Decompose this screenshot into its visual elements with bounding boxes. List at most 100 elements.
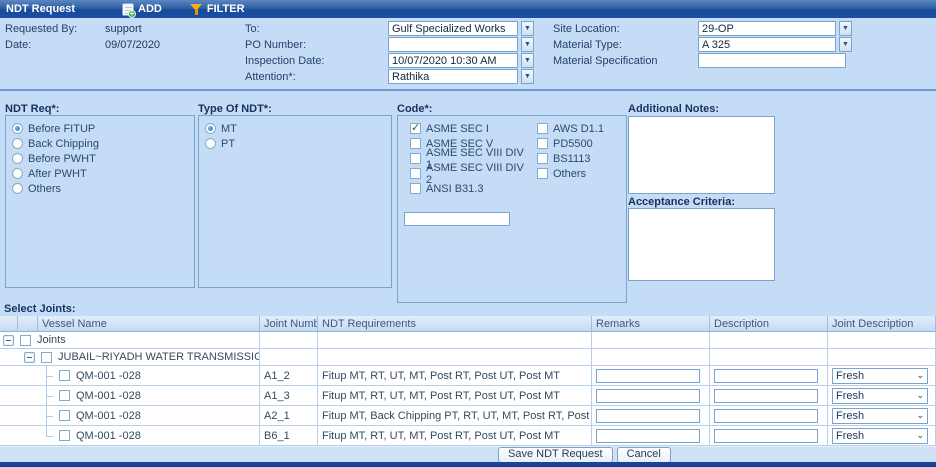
remarks-input[interactable] xyxy=(596,429,700,443)
type-of-ndt-group: MTPT xyxy=(198,115,392,288)
joint-description-value: Fresh xyxy=(836,430,864,442)
joints-table-header: Vessel Name Joint Number NDT Requirement… xyxy=(0,316,936,332)
row-select-checkbox[interactable] xyxy=(59,370,70,381)
ndt-req-radio[interactable] xyxy=(12,183,23,194)
acceptance-criteria-textarea[interactable] xyxy=(628,208,775,281)
joint-description-value: Fresh xyxy=(836,370,864,382)
ndt-req-option-label: Others xyxy=(28,183,61,195)
ndt-req-radio[interactable] xyxy=(12,153,23,164)
description-input[interactable] xyxy=(714,429,818,443)
code-other-input[interactable] xyxy=(404,212,510,226)
code-checkbox[interactable] xyxy=(410,138,421,149)
remarks-cell xyxy=(592,366,710,386)
material-type-combo-arrow-icon[interactable]: ▼ xyxy=(839,37,852,52)
ndt-req-radio[interactable] xyxy=(12,138,23,149)
type-of-ndt-option-label: MT xyxy=(221,123,237,135)
vessel-name-cell: QM-001 -028 xyxy=(0,366,260,386)
save-ndt-request-button[interactable]: Save NDT Request xyxy=(498,447,613,463)
remarks-input[interactable] xyxy=(596,409,700,423)
row-select-checkbox[interactable] xyxy=(41,352,52,363)
description-input[interactable] xyxy=(714,409,818,423)
remarks-cell xyxy=(592,332,710,349)
code-checkbox[interactable] xyxy=(410,168,421,179)
tree-collapse-icon[interactable] xyxy=(3,335,14,346)
code-option-asme-sec-i: ASME SEC I xyxy=(404,121,531,136)
row-select-checkbox[interactable] xyxy=(59,410,70,421)
row-select-checkbox[interactable] xyxy=(59,390,70,401)
ndt-request-window: NDT Request + ADD FILTER Requested By: s… xyxy=(0,0,936,467)
table-row: QM-001 -028A1_2Fitup MT, RT, UT, MT, Pos… xyxy=(0,366,936,386)
code-checkbox[interactable] xyxy=(410,183,421,194)
tree-group-row: Joints xyxy=(0,332,936,349)
attention-label: Attention*: xyxy=(245,71,296,83)
code-checkbox[interactable] xyxy=(537,138,548,149)
inspection-date-label: Inspection Date: xyxy=(245,55,325,67)
code-option-bs1113: BS1113 xyxy=(531,151,604,166)
remarks-cell xyxy=(592,426,710,446)
code-checkbox[interactable] xyxy=(410,153,421,164)
header-joint-number: Joint Number xyxy=(260,316,318,332)
joint-description-select[interactable]: Fresh⌄ xyxy=(832,368,928,384)
additional-notes-label: Additional Notes: xyxy=(628,103,719,115)
description-input[interactable] xyxy=(714,389,818,403)
ndt-req-radio[interactable] xyxy=(12,168,23,179)
code-checkbox[interactable] xyxy=(537,168,548,179)
select-joints-label: Select Joints: xyxy=(4,303,76,315)
ndt-req-radio[interactable] xyxy=(12,123,23,134)
ndt-req-option-label: Before PWHT xyxy=(28,153,96,165)
cancel-button[interactable]: Cancel xyxy=(617,447,671,463)
to-label: To: xyxy=(245,23,260,35)
code-checkbox[interactable] xyxy=(410,123,421,134)
code-checkbox[interactable] xyxy=(537,153,548,164)
attention-input[interactable] xyxy=(388,69,518,84)
attention-combo-arrow-icon[interactable]: ▼ xyxy=(521,69,534,84)
add-button[interactable]: + ADD xyxy=(114,0,170,18)
row-select-checkbox[interactable] xyxy=(59,430,70,441)
remarks-input[interactable] xyxy=(596,389,700,403)
row-select-checkbox[interactable] xyxy=(20,335,31,346)
header-remarks: Remarks xyxy=(592,316,710,332)
site-location-input[interactable] xyxy=(698,21,836,36)
site-combo-arrow-icon[interactable]: ▼ xyxy=(839,21,852,36)
description-input[interactable] xyxy=(714,369,818,383)
joint-description-cell: Fresh⌄ xyxy=(828,426,936,446)
type-of-ndt-radio[interactable] xyxy=(205,123,216,134)
joint-number-cell: A2_1 xyxy=(260,406,318,426)
material-spec-label: Material Specification xyxy=(553,55,658,67)
header-description: Description xyxy=(710,316,828,332)
joint-description-select[interactable]: Fresh⌄ xyxy=(832,408,928,424)
remarks-cell xyxy=(592,349,710,366)
code-group: ASME SEC IASME SEC VASME SEC VIII DIV 1A… xyxy=(397,115,627,303)
to-combo-input[interactable] xyxy=(388,21,518,36)
joint-description-cell xyxy=(828,349,936,366)
code-option-label: AWS D1.1 xyxy=(553,123,604,135)
material-type-input[interactable] xyxy=(698,37,836,52)
code-label: Code*: xyxy=(397,103,432,115)
po-combo-arrow-icon[interactable]: ▼ xyxy=(521,37,534,52)
po-number-input[interactable] xyxy=(388,37,518,52)
remarks-input[interactable] xyxy=(596,369,700,383)
ndt-req-option-label: After PWHT xyxy=(28,168,87,180)
inspection-date-input[interactable] xyxy=(388,53,518,68)
to-combo-arrow-icon[interactable]: ▼ xyxy=(521,21,534,36)
material-spec-input[interactable] xyxy=(698,53,846,68)
tree-collapse-icon[interactable] xyxy=(24,352,35,363)
code-checkbox[interactable] xyxy=(537,123,548,134)
type-of-ndt-radio[interactable] xyxy=(205,138,216,149)
filter-button[interactable]: FILTER xyxy=(182,0,253,18)
code-option-others: Others xyxy=(531,166,604,181)
date-value: 09/07/2020 xyxy=(105,39,160,51)
radio-option-back-chipping: Back Chipping xyxy=(6,136,194,151)
joint-description-select[interactable]: Fresh⌄ xyxy=(832,428,928,444)
additional-notes-textarea[interactable] xyxy=(628,116,775,194)
joint-description-select[interactable]: Fresh⌄ xyxy=(832,388,928,404)
chevron-down-icon: ⌄ xyxy=(916,410,924,421)
material-type-label: Material Type: xyxy=(553,39,622,51)
description-cell xyxy=(710,349,828,366)
description-cell xyxy=(710,332,828,349)
table-row: QM-001 -028A2_1Fitup MT, Back Chipping P… xyxy=(0,406,936,426)
inspection-combo-arrow-icon[interactable]: ▼ xyxy=(521,53,534,68)
requested-by-value: support xyxy=(105,23,142,35)
ndt-requirements-cell: Fitup MT, RT, UT, MT, Post RT, Post UT, … xyxy=(318,366,592,386)
code-option-label: PD5500 xyxy=(553,138,593,150)
